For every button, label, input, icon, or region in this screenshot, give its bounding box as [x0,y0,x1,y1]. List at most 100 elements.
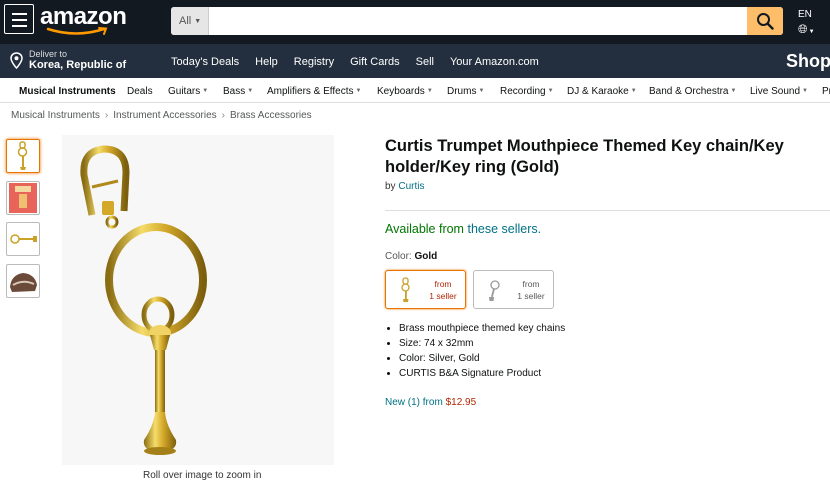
search-bar: All ▼ [171,7,783,35]
chevron-right-icon: › [104,110,109,121]
subnav-amplifiers[interactable]: Amplifiers & Effects ▼ [267,86,361,97]
by-label: by [385,181,396,192]
offer-price: $12.95 [445,397,477,408]
nav-link-help[interactable]: Help [255,56,278,68]
search-button[interactable] [747,7,783,35]
main-product-image[interactable] [62,135,334,465]
subnav-label: Recording [500,86,546,97]
shop-banner-link[interactable]: Shop [786,51,830,72]
chevron-right-icon: › [221,110,225,121]
swatch-sellers: 1 seller [429,291,457,301]
brand-link[interactable]: Curtis [398,181,424,192]
zoom-hint-text: Roll over image to zoom in [143,470,262,481]
keychain-thumb-image [17,141,28,170]
subnav-bass[interactable]: Bass ▼ [223,86,253,97]
deliver-to-label[interactable]: Deliver to [29,49,67,59]
subnav-recording[interactable]: Recording ▼ [500,86,554,97]
caret-down-icon: ▼ [194,18,202,25]
subnav-label: Drums [447,86,477,97]
hamburger-menu-icon[interactable] [4,4,34,34]
packaging-thumb-image [9,183,37,213]
swatch-from: from [522,279,540,289]
gold-keychain-swatch-icon [401,277,410,302]
offer-text: New (1) from [385,397,443,408]
swatch-price-text: from 1 seller [428,278,458,302]
smile-arrow-icon [46,27,108,35]
nav-link-sell[interactable]: Sell [416,56,434,68]
feature-bullet: Color: Silver, Gold [399,351,565,366]
thumbnail-3[interactable] [6,222,40,256]
caret-down-icon: ▼ [355,88,362,94]
breadcrumb-musical-instruments[interactable]: Musical Instruments [11,110,100,121]
search-category-dropdown[interactable]: All ▼ [171,7,209,35]
subnav-drums[interactable]: Drums ▼ [447,86,484,97]
subnav-dj-karaoke[interactable]: DJ & Karaoke ▼ [567,86,637,97]
swatch-price-text: from 1 seller [516,278,546,302]
sellers-link[interactable]: these sellers. [467,222,541,236]
subnav-label: Band & Orchestra [649,86,729,97]
subnav-label: Bass [223,86,246,97]
subnav-band-orchestra[interactable]: Band & Orchestra ▼ [649,86,736,97]
search-icon [757,13,774,30]
subnav-label: Guitars [168,86,201,97]
feature-bullet: CURTIS B&A Signature Product [399,366,565,381]
deliver-to-location[interactable]: Korea, Republic of [29,59,126,71]
language-selector[interactable]: EN [798,9,812,20]
nav-link-todays-deals[interactable]: Today's Deals [171,56,239,68]
search-category-label: All [179,15,192,27]
caret-down-icon: ▼ [730,88,737,94]
search-input[interactable] [209,7,745,35]
swatch-gold[interactable]: from 1 seller [385,270,466,309]
silver-keychain-swatch-icon [489,280,500,301]
thumbnail-2[interactable] [6,181,40,215]
feature-bullet: Brass mouthpiece themed key chains [399,321,565,336]
subnav-live-sound[interactable]: Live Sound ▼ [750,86,808,97]
subnav-guitars[interactable]: Guitars ▼ [168,86,208,97]
availability-text: Available from [385,222,464,236]
subnav-label: Live Sound [750,86,801,97]
swatch-silver[interactable]: from 1 seller [473,270,554,309]
thumbnail-4[interactable] [6,264,40,298]
caret-down-icon: ▼ [202,88,209,94]
subnav-label: Amplifiers & Effects [267,86,354,97]
nav-link-your-amazon[interactable]: Your Amazon.com [450,56,539,68]
breadcrumb-instrument-accessories[interactable]: Instrument Accessories [113,110,216,121]
category-subnav: Musical Instruments Deals Guitars ▼ Bass ▼… [0,78,830,103]
divider [385,210,830,211]
new-offer-link[interactable]: New (1) from $12.95 [385,397,476,408]
availability-status: Available from these sellers. [385,222,541,236]
case-thumb-image [10,273,37,292]
caret-down-icon: ▼ [630,88,637,94]
feature-bullet: Size: 74 x 32mm [399,336,565,351]
product-title: Curtis Trumpet Mouthpiece Themed Key cha… [385,137,784,176]
caret-down-icon: ▼ [802,88,808,94]
nav-link-gift-cards[interactable]: Gift Cards [350,56,400,68]
color-value: Gold [414,251,438,262]
subnav-label: Keyboards [377,86,425,97]
globe-icon[interactable]: 🌐︎▼ [798,22,815,37]
subnav-musical-instruments[interactable]: Musical Instruments [19,86,116,97]
byline: by Curtis [385,181,424,192]
gold-keychain-image [80,145,207,455]
breadcrumb: Musical Instruments › Instrument Accessori… [11,110,312,121]
thumbnail-1[interactable] [6,139,40,173]
logo-text: amazon [40,3,127,30]
keychain-side-thumb-image [10,234,37,244]
swatch-sellers: 1 seller [517,291,545,301]
subnav-keyboards[interactable]: Keyboards ▼ [377,86,433,97]
subnav-deals[interactable]: Deals [127,86,153,97]
color-selection-label: Color: Gold [385,251,437,262]
nav-link-registry[interactable]: Registry [294,56,334,68]
subnav-overflow[interactable]: Pr [822,86,830,97]
swatch-from: from [434,279,452,289]
caret-down-icon: ▼ [426,88,433,94]
amazon-logo[interactable]: amazon [40,3,127,35]
breadcrumb-brass-accessories[interactable]: Brass Accessories [230,110,312,121]
color-label: Color: [385,251,412,262]
top-nav-bar: amazon All ▼ EN 🌐︎▼ [0,0,830,44]
subnav-label: DJ & Karaoke [567,86,629,97]
caret-down-icon: ▼ [247,88,254,94]
main-nav-links: Today's Deals Help Registry Gift Cards S… [171,56,555,68]
caret-down-icon: ▼ [547,88,554,94]
main-nav-bar: Deliver to Korea, Republic of Today's De… [0,44,830,78]
